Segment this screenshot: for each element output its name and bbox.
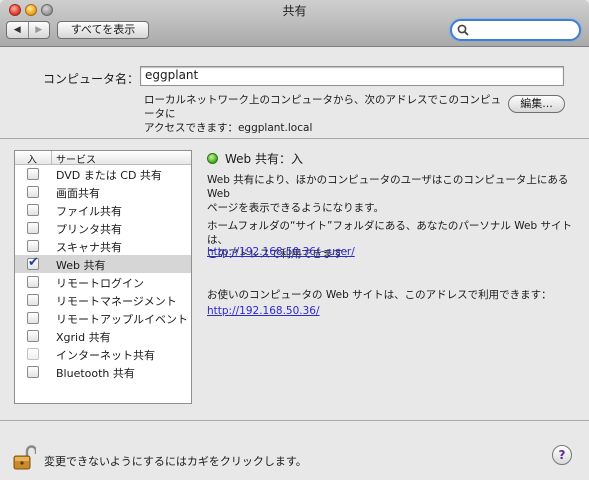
preferences-window: 共有 ◀ ▶ すべてを表示 コンピュータ名： eggplant ローカルネットワ… — [0, 0, 589, 480]
personal-site-line-1: ホームフォルダの“サイト”フォルダにある、あなたのパーソナル Web サイトは、 — [207, 220, 573, 246]
service-list: 入 サービス DVD または CD 共有 画面共有ファイル共有 プリンタ共有 スキャナ… — [14, 150, 192, 404]
service-checkbox[interactable] — [27, 204, 39, 216]
service-label: DVD または CD 共有 — [56, 169, 162, 182]
service-list-header: 入 サービス — [15, 151, 191, 166]
service-row[interactable]: リモートマネージメント — [15, 291, 191, 309]
service-label: インターネット共有 — [56, 349, 155, 362]
service-checkbox[interactable] — [27, 222, 39, 234]
address-info-line-1: ローカルネットワーク上のコンピュータから、次のアドレスでこのコンピュータに — [144, 94, 501, 120]
show-all-button[interactable]: すべてを表示 — [57, 21, 149, 39]
title-toolbar: 共有 ◀ ▶ すべてを表示 — [0, 0, 589, 47]
service-row[interactable]: スキャナ共有 — [15, 237, 191, 255]
lock-message: 変更できないようにするにはカギをクリックします。 — [44, 455, 307, 468]
service-checkbox[interactable] — [27, 186, 39, 198]
personal-site-link[interactable]: http://192.168.50.36/~user/ — [207, 246, 355, 258]
service-checkbox[interactable] — [27, 348, 39, 360]
computer-name-label: コンピュータ名： — [43, 72, 140, 86]
service-row[interactable]: Xgrid 共有 — [15, 327, 191, 345]
description-line-2: ページを表示できるようになります。 — [207, 202, 385, 214]
search-icon — [457, 24, 469, 36]
service-checkbox[interactable] — [27, 294, 39, 306]
service-label: Bluetooth 共有 — [56, 367, 135, 380]
address-info-line-2: アクセスできます：eggplant.local — [144, 122, 313, 134]
service-row[interactable]: リモートアップルイベント — [15, 309, 191, 327]
service-label: リモートログイン — [56, 277, 144, 290]
service-checkbox[interactable] — [27, 255, 39, 270]
service-row[interactable]: インターネット共有 — [15, 345, 191, 363]
status-indicator-icon — [207, 153, 218, 164]
service-label: ファイル共有 — [56, 205, 122, 218]
service-row[interactable]: DVD または CD 共有 — [15, 165, 191, 183]
back-icon[interactable]: ◀ — [7, 22, 28, 38]
service-description: Web 共有により、ほかのコンピュータのユーザはこのコンピュータ上にある Web… — [207, 173, 577, 215]
back-forward-control: ◀ ▶ — [6, 21, 50, 39]
service-checkbox[interactable] — [27, 330, 39, 342]
unlocked-padlock-icon — [13, 445, 38, 470]
help-button[interactable]: ? — [552, 445, 572, 465]
edit-button[interactable]: 編集... — [508, 95, 565, 113]
service-row[interactable]: 画面共有 — [15, 183, 191, 201]
service-label: Xgrid 共有 — [56, 331, 111, 344]
forward-icon[interactable]: ▶ — [27, 22, 50, 38]
service-label: プリンタ共有 — [56, 223, 122, 236]
computer-name-field[interactable]: eggplant — [140, 66, 564, 86]
service-row[interactable]: プリンタ共有 — [15, 219, 191, 237]
sharing-main: 入 サービス DVD または CD 共有 画面共有ファイル共有 プリンタ共有 スキャナ… — [0, 139, 589, 419]
service-row[interactable]: リモートログイン — [15, 273, 191, 291]
service-label: スキャナ共有 — [56, 241, 122, 254]
service-checkbox[interactable] — [27, 240, 39, 252]
service-status: Web 共有：入 — [225, 152, 303, 166]
service-label: 画面共有 — [56, 187, 100, 200]
service-checkbox[interactable] — [27, 312, 39, 324]
service-label: Web 共有 — [56, 259, 106, 272]
computer-address-info: ローカルネットワーク上のコンピュータから、次のアドレスでこのコンピュータに アク… — [144, 93, 504, 135]
service-row[interactable]: ファイル共有 — [15, 201, 191, 219]
search-field[interactable] — [450, 19, 581, 41]
service-checkbox[interactable] — [27, 276, 39, 288]
column-header-service[interactable]: サービス — [51, 151, 96, 166]
service-row[interactable]: Bluetooth 共有 — [15, 363, 191, 381]
service-label: リモートマネージメント — [56, 295, 177, 308]
service-label: リモートアップルイベント — [56, 313, 188, 326]
computer-name-panel: コンピュータ名： eggplant ローカルネットワーク上のコンピュータから、次… — [0, 47, 589, 139]
column-header-on[interactable]: 入 — [27, 151, 37, 166]
lock-button[interactable] — [12, 445, 38, 474]
footer-bar: 変更できないようにするにはカギをクリックします。 ? — [0, 420, 589, 480]
computer-site-link[interactable]: http://192.168.50.36/ — [207, 305, 320, 317]
description-line-1: Web 共有により、ほかのコンピュータのユーザはこのコンピュータ上にある Web — [207, 174, 569, 200]
computer-site-description: お使いのコンピュータの Web サイトは、このアドレスで利用できます： — [207, 289, 552, 301]
service-checkbox[interactable] — [27, 366, 39, 378]
service-row[interactable]: Web 共有 — [15, 255, 191, 273]
window-title: 共有 — [282, 4, 307, 18]
service-checkbox[interactable] — [27, 168, 39, 180]
